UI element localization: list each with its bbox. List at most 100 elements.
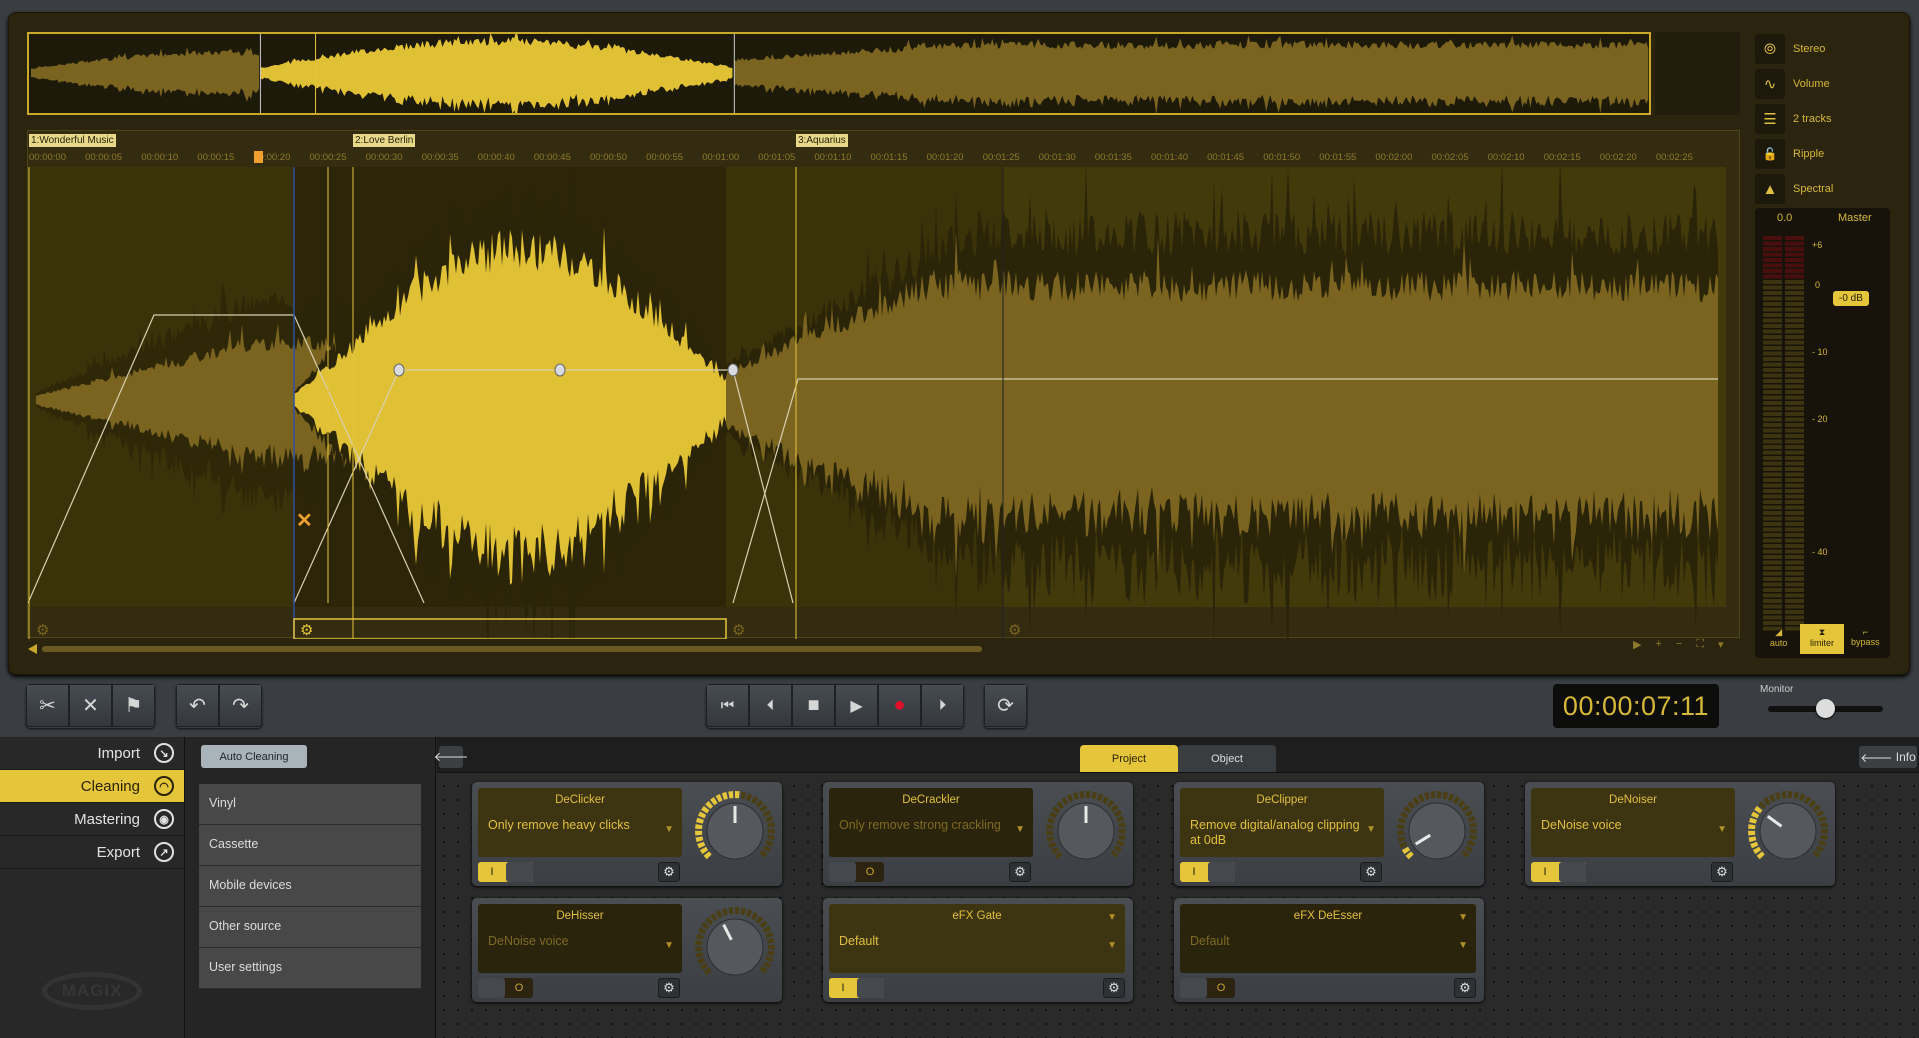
effects-topbar: 🡐 Project Object 🡐 Info [434, 737, 1919, 773]
info-button[interactable]: 🡐 Info [1859, 746, 1917, 768]
ruler-tick-label: 00:01:35 [1094, 152, 1132, 163]
dropdown-arrow-icon[interactable]: ▼ [1366, 824, 1376, 835]
next-button[interactable]: ⏵ [921, 684, 964, 727]
master-gain-badge[interactable]: -0 dB [1833, 291, 1869, 306]
loop-button[interactable]: ⟳ [984, 684, 1027, 727]
scroll-left-arrow[interactable] [28, 644, 37, 654]
fx-preset-selector[interactable]: DeClicker Only remove heavy clicks ▼ [478, 788, 682, 857]
dropdown-arrow-icon[interactable]: ▼ [1717, 824, 1727, 835]
play-button[interactable]: ▶ [835, 684, 878, 727]
fx-preset-value: Default [839, 934, 879, 948]
fx-amount-knob[interactable] [1747, 790, 1829, 872]
fx-amount-knob[interactable] [694, 906, 776, 988]
horizontal-scrollbar[interactable] [28, 641, 1741, 657]
time-ruler[interactable]: 1:Wonderful Music 2:Love Berlin 3:Aquari… [28, 131, 1739, 167]
cut-button[interactable]: ✂ [26, 684, 69, 727]
dropdown-arrow-icon[interactable]: ▼ [664, 824, 674, 835]
track-area[interactable]: ⚙ ⚙ ⚙ ⚙ ✕ [27, 127, 1739, 694]
fx-enable-toggle[interactable]: I [478, 862, 533, 882]
fx-preset-selector[interactable]: DeNoiser DeNoise voice ▼ [1531, 788, 1735, 857]
fx-settings-button[interactable]: ⚙ [1009, 862, 1031, 882]
redo-button[interactable]: ↷ [219, 684, 262, 727]
fx-preset-selector[interactable]: DeClipper Remove digital/analog clipping… [1180, 788, 1384, 857]
previous-button[interactable]: ⏴ [749, 684, 792, 727]
fx-amount-knob[interactable] [1045, 790, 1127, 872]
meter-segment [1763, 258, 1782, 262]
fx-module-declipper: DeClipper Remove digital/analog clipping… [1174, 782, 1484, 886]
knob-segment [1116, 815, 1125, 823]
go-to-start-button[interactable]: ⏮ [706, 684, 749, 727]
knob-segment [762, 845, 772, 853]
bypass-button[interactable]: ⌐ bypass [1844, 624, 1887, 654]
meter-segment [1763, 516, 1782, 521]
fx-preset-selector[interactable]: DeCrackler Only remove strong crackling … [829, 788, 1033, 857]
clip-label-1[interactable]: 1:Wonderful Music [29, 134, 116, 147]
undo-button[interactable]: ↶ [176, 684, 219, 727]
fx-enable-toggle[interactable]: I [1531, 862, 1586, 882]
preset-mobile-devices[interactable]: Mobile devices [199, 866, 421, 907]
preset-user-settings[interactable]: User settings [199, 948, 421, 989]
fx-settings-button[interactable]: ⚙ [1711, 862, 1733, 882]
overview-waveform[interactable] [27, 32, 1651, 115]
knob-segment [1464, 809, 1474, 817]
timeline[interactable]: 1:Wonderful Music 2:Love Berlin 3:Aquari… [27, 127, 1740, 694]
fx-enable-toggle[interactable]: O [1180, 978, 1235, 998]
dropdown-arrow-icon[interactable]: ▼ [1015, 824, 1025, 835]
fx-preset-selector[interactable]: eFX DeEsser Default ▼ ▼ [1180, 904, 1476, 973]
nav-import[interactable]: Import ↘ [0, 737, 184, 770]
fx-preset-selector[interactable]: DeHisser DeNoise voice ▼ [478, 904, 682, 973]
mode-spectral[interactable]: ▲ Spectral [1755, 173, 1890, 205]
dropdown-arrow-icon[interactable]: ▼ [1107, 940, 1117, 951]
fx-settings-button[interactable]: ⚙ [1360, 862, 1382, 882]
view-menu-icon[interactable]: ▾ [1718, 638, 1724, 651]
fx-amount-knob[interactable] [694, 790, 776, 872]
meter-segment [1785, 285, 1804, 290]
fx-settings-button[interactable]: ⚙ [658, 862, 680, 882]
collapse-button[interactable]: 🡐 [434, 746, 468, 768]
mode-two-tracks[interactable]: ☰ 2 tracks [1755, 103, 1890, 135]
stop-button[interactable]: ■ [792, 684, 835, 727]
dropdown-arrow-icon[interactable]: ▼ [1458, 912, 1468, 923]
delete-button[interactable]: ✕ [69, 684, 112, 727]
fx-preset-selector[interactable]: eFX Gate Default ▼ ▼ [829, 904, 1125, 973]
fx-amount-knob[interactable] [1396, 790, 1478, 872]
dropdown-arrow-icon[interactable]: ▼ [664, 940, 674, 951]
clip-label-2[interactable]: 2:Love Berlin [353, 134, 416, 147]
dropdown-arrow-icon[interactable]: ▼ [1107, 912, 1117, 923]
fx-enable-toggle[interactable]: O [829, 862, 884, 882]
tab-project[interactable]: Project [1080, 745, 1178, 772]
dropdown-arrow-icon[interactable]: ▼ [1458, 940, 1468, 951]
fx-enable-toggle[interactable]: O [478, 978, 533, 998]
fit-icon[interactable]: ⛶ [1696, 638, 1704, 651]
tab-object[interactable]: Object [1178, 745, 1276, 772]
playhead-handle[interactable] [254, 151, 263, 163]
preset-list: Vinyl Cassette Mobile devices Other sour… [199, 784, 421, 989]
clip-label-3[interactable]: 3:Aquarius [796, 134, 848, 147]
workflow-nav: Import ↘ Cleaning ◠ Mastering ◉ Export ↗ MAG… [0, 737, 185, 1038]
preset-other-source[interactable]: Other source [199, 907, 421, 948]
nav-export[interactable]: Export ↗ [0, 836, 184, 869]
ruler-tick-label: 00:00:35 [421, 152, 459, 163]
nav-mastering[interactable]: Mastering ◉ [0, 803, 184, 836]
mode-ripple[interactable]: 🔓 Ripple [1755, 138, 1890, 170]
auto-button[interactable]: ◢ auto [1757, 624, 1800, 654]
scroll-thumb[interactable] [42, 646, 982, 652]
record-button[interactable]: ● [878, 684, 921, 727]
monitor-slider-handle[interactable] [1816, 699, 1835, 718]
auto-cleaning-button[interactable]: Auto Cleaning [201, 745, 307, 768]
preset-vinyl[interactable]: Vinyl [199, 784, 421, 825]
mode-stereo[interactable]: ⦾ Stereo [1755, 33, 1890, 65]
fx-settings-button[interactable]: ⚙ [1454, 978, 1476, 998]
fx-settings-button[interactable]: ⚙ [1103, 978, 1125, 998]
mode-volume[interactable]: ∿ Volume [1755, 68, 1890, 100]
play-from-cursor-icon[interactable]: ▶ [1633, 638, 1641, 651]
nav-cleaning[interactable]: Cleaning ◠ [0, 770, 184, 803]
fx-settings-button[interactable]: ⚙ [658, 978, 680, 998]
limiter-button[interactable]: ⧗ limiter [1800, 624, 1844, 654]
fx-enable-toggle[interactable]: I [1180, 862, 1235, 882]
fx-enable-toggle[interactable]: I [829, 978, 884, 998]
zoom-in-icon[interactable]: + [1655, 638, 1661, 651]
preset-cassette[interactable]: Cassette [199, 825, 421, 866]
zoom-out-icon[interactable]: − [1676, 638, 1682, 651]
marker-button[interactable]: ⚑ [112, 684, 155, 727]
